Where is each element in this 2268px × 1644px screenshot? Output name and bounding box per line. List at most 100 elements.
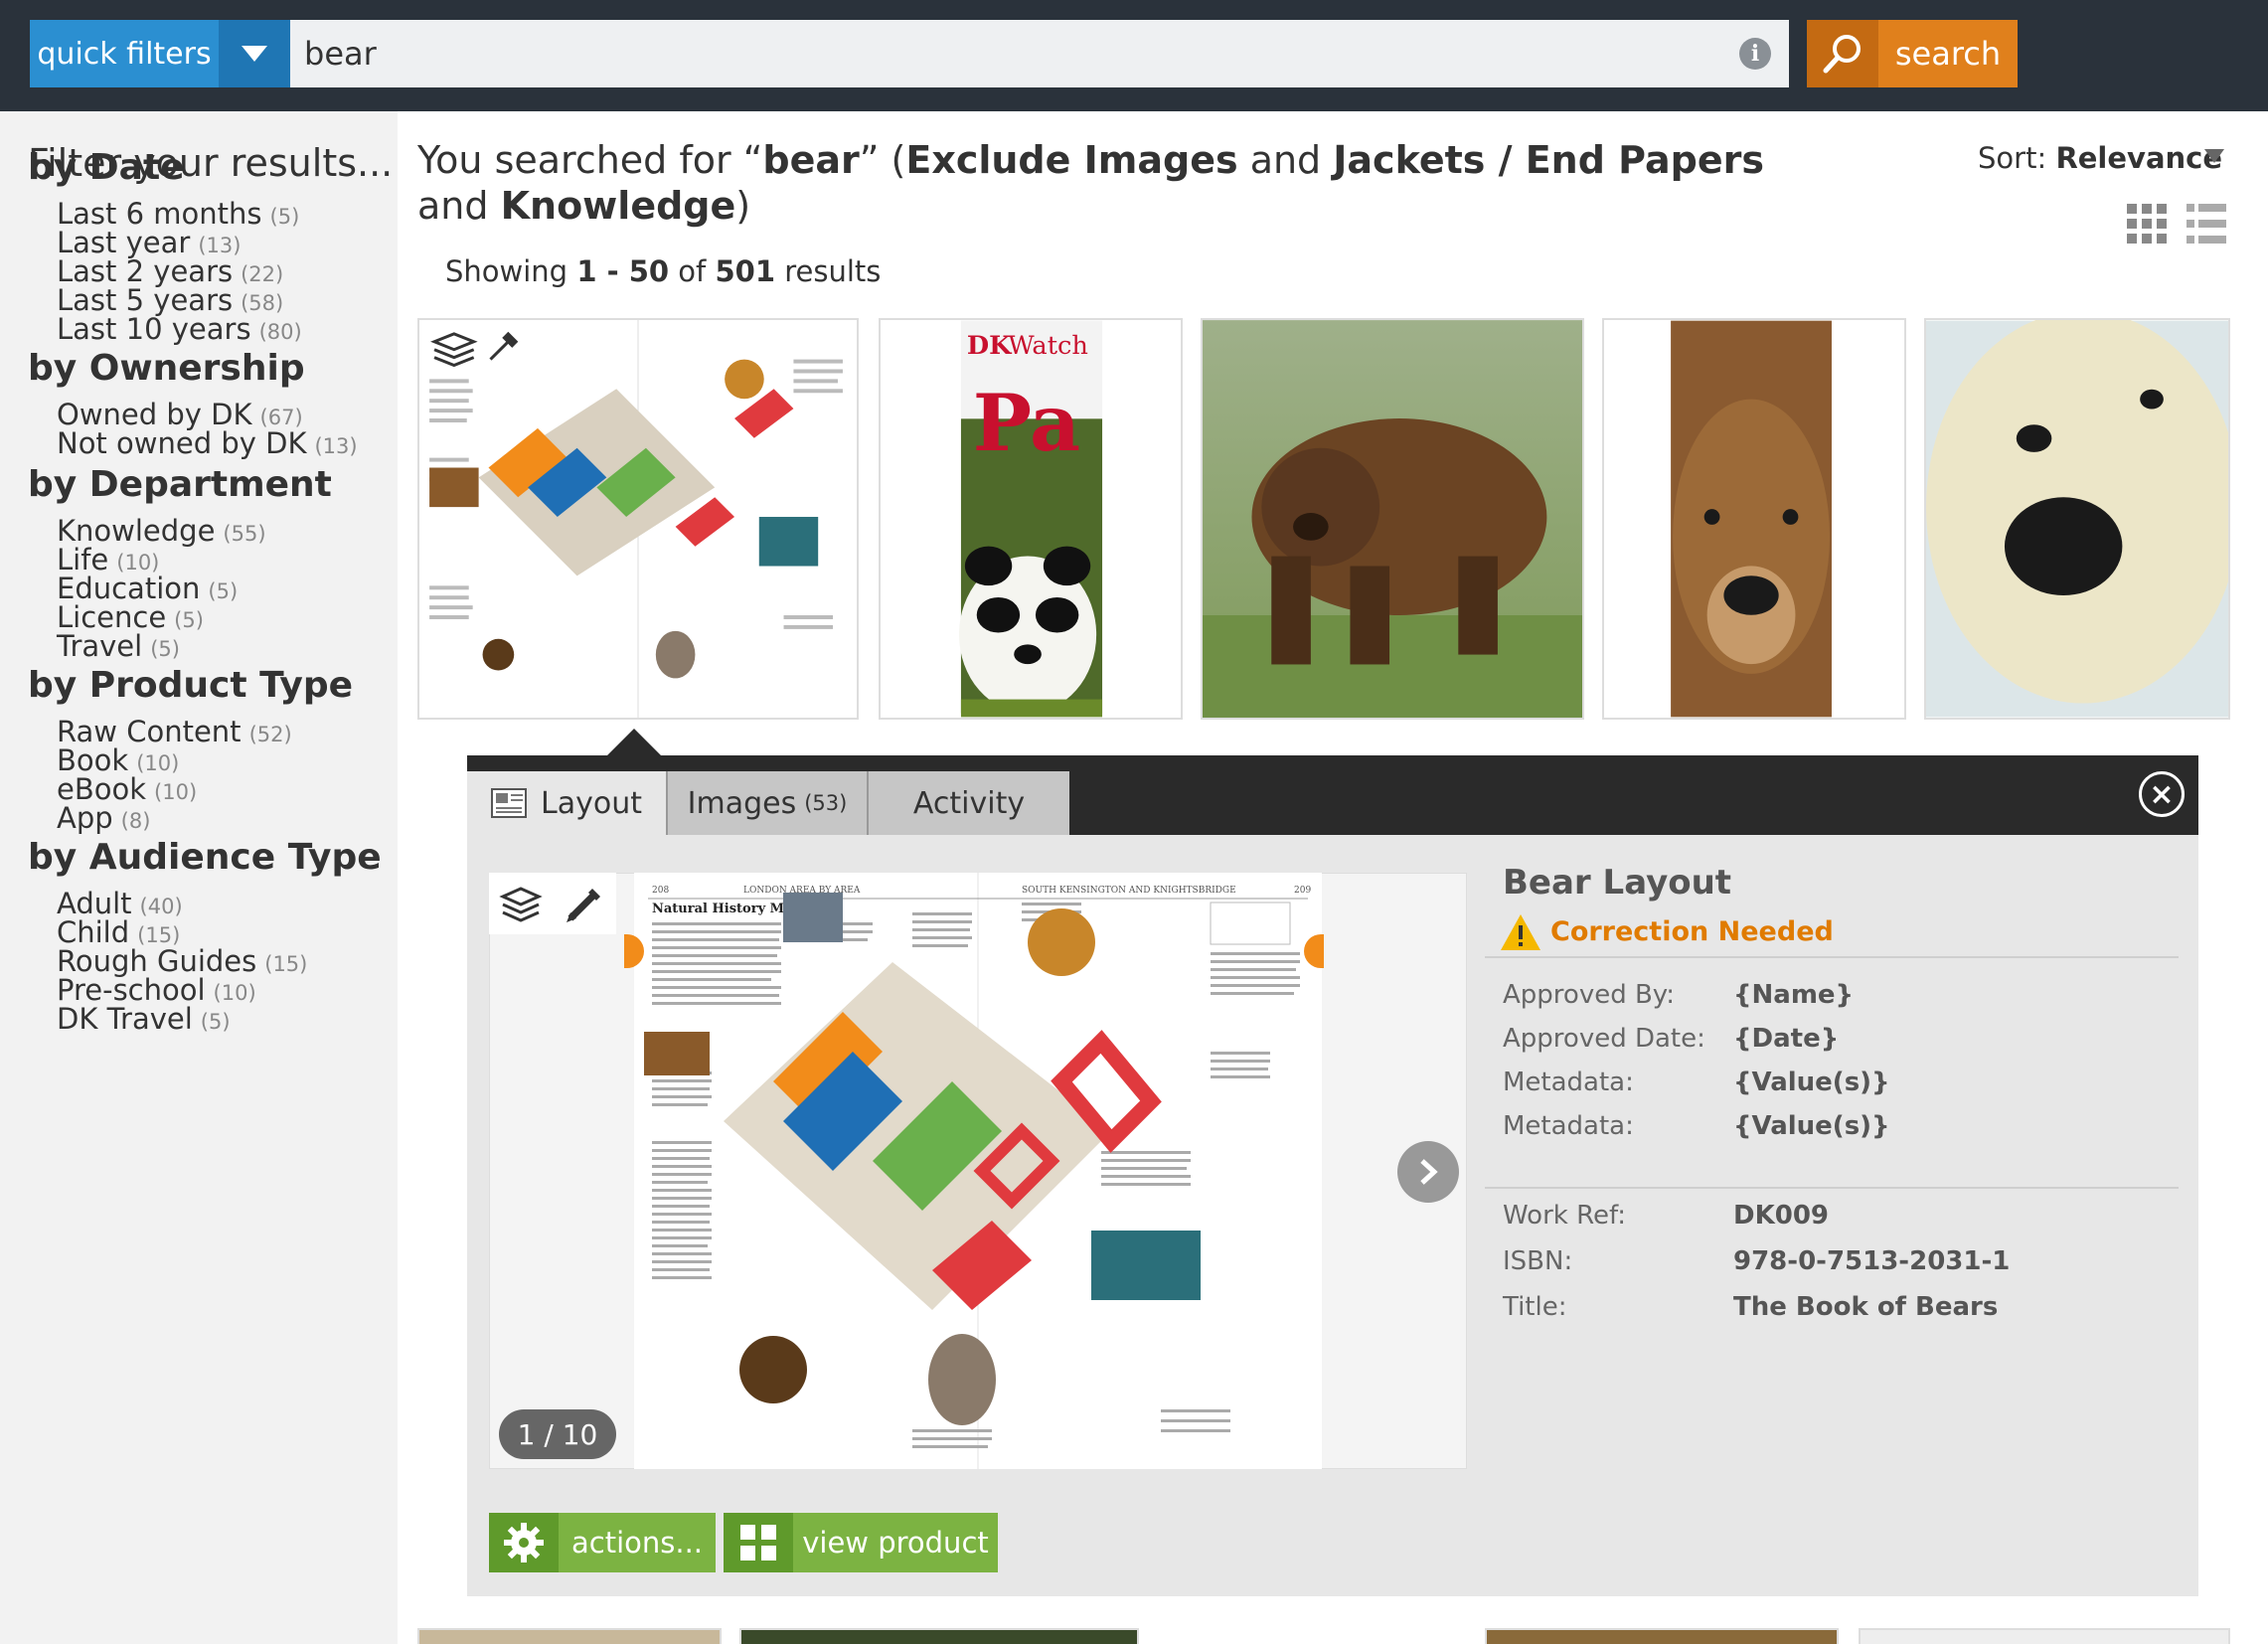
filter-option-label: Not owned by DK <box>57 426 307 460</box>
book-series-text: Watch <box>1008 331 1088 361</box>
filter-option[interactable]: Travel (5) <box>57 629 180 663</box>
filter-option-count: (52) <box>248 723 292 746</box>
meta-value: The Book of Bears <box>1733 1292 1999 1322</box>
meta-value: {Value(s)} <box>1733 1068 1890 1097</box>
warning-icon <box>1501 914 1540 950</box>
filter-option-count: (5) <box>150 637 180 661</box>
divider <box>1485 956 2179 958</box>
panda-book-image: DK Watch Pa <box>881 320 1181 718</box>
book-brand-text: DK <box>967 331 1013 361</box>
meta-label: ISBN: <box>1503 1246 1573 1276</box>
filter-option-label: App <box>57 801 113 835</box>
actions-label: actions... <box>570 1526 704 1560</box>
filter-group-heading: by Audience Type <box>28 837 382 878</box>
filter-option-count: (13) <box>314 434 358 458</box>
meta-value: 978-0-7513-2031-1 <box>1733 1246 2011 1276</box>
meta-value: {Name} <box>1733 980 1855 1010</box>
filter-option-count: (10) <box>154 780 198 804</box>
search-icon-button[interactable] <box>1807 20 1878 87</box>
sort-label: Sort: <box>1978 141 2047 175</box>
preview-toolbar <box>489 873 616 934</box>
result-thumbnail[interactable] <box>1859 1628 2230 1644</box>
search-heading: You searched for “bear” (Exclude Images … <box>417 138 1764 228</box>
layout-spread-image <box>419 320 857 718</box>
filter-chip[interactable]: Knowledge <box>501 184 736 228</box>
chevron-right-icon <box>1420 1159 1438 1185</box>
tab-activity[interactable]: Activity <box>867 771 1069 835</box>
meta-label: Metadata: <box>1503 1068 1634 1097</box>
quick-filters-button[interactable]: quick filters <box>30 20 219 87</box>
panel-pointer <box>606 729 662 756</box>
meta-value: {Date} <box>1733 1024 1840 1054</box>
chevron-down-icon <box>242 46 267 62</box>
filter-option[interactable]: DK Travel (5) <box>57 1002 231 1036</box>
divider <box>1485 1187 2179 1189</box>
thumb-layout-spread[interactable] <box>417 318 859 720</box>
search-box <box>290 20 1789 87</box>
filter-sidebar: Filter your results... by Date Last 6 mon… <box>0 111 398 1644</box>
info-icon[interactable]: i <box>1739 38 1771 70</box>
edit-icon[interactable] <box>563 883 606 926</box>
filter-chip[interactable]: Jackets / End Papers <box>1333 138 1764 182</box>
filter-group-heading: by Date <box>28 147 185 188</box>
filter-option-count: (15) <box>264 952 308 976</box>
filter-option-count: (5) <box>208 579 239 603</box>
tab-images[interactable]: Images (53) <box>666 771 867 835</box>
result-thumbnail[interactable] <box>739 1628 1139 1644</box>
quick-filters-dropdown[interactable] <box>219 20 290 87</box>
svg-text:209: 209 <box>1294 886 1311 896</box>
gear-icon <box>489 1513 559 1572</box>
meta-value: {Value(s)} <box>1733 1111 1890 1141</box>
next-page-button[interactable] <box>1397 1141 1459 1203</box>
search-icon <box>1823 35 1861 74</box>
filter-option[interactable]: Last 10 years (80) <box>57 312 302 346</box>
filter-chip[interactable]: Exclude Images <box>905 138 1237 182</box>
list-view-icon[interactable] <box>2187 204 2226 244</box>
thumb-brown-bear[interactable] <box>1201 318 1584 720</box>
svg-text:208: 208 <box>652 886 669 896</box>
thumb-polar-bear[interactable] <box>1924 318 2230 720</box>
filter-option-count: (8) <box>120 809 151 833</box>
book-title-text: Pa <box>973 377 1080 469</box>
search-button[interactable]: search <box>1878 20 2018 87</box>
close-icon[interactable]: × <box>2139 771 2185 817</box>
filter-option[interactable]: App (8) <box>57 801 150 835</box>
tab-layout[interactable]: Layout <box>467 771 666 835</box>
layout-spread-image: 208 LONDON AREA BY AREA SOUTH KENSINGTON… <box>634 873 1322 1469</box>
thumb-panda-book[interactable]: DK Watch Pa <box>879 318 1183 720</box>
filter-option-count: (5) <box>200 1010 231 1034</box>
filter-option-count: (80) <box>258 320 302 344</box>
filter-option[interactable]: Not owned by DK (13) <box>57 426 358 460</box>
filter-option-count: (55) <box>223 522 266 546</box>
grid-icon <box>724 1513 793 1572</box>
result-thumbnail[interactable] <box>417 1628 722 1644</box>
polar-bear-photo <box>1926 320 2228 718</box>
layout-spread[interactable]: 208 LONDON AREA BY AREA SOUTH KENSINGTON… <box>634 873 1322 1469</box>
meta-label: Approved Date: <box>1503 1024 1705 1054</box>
view-product-button[interactable]: view product <box>724 1513 998 1572</box>
filter-group-heading: by Ownership <box>28 348 305 389</box>
filter-option-count: (5) <box>269 205 300 229</box>
grid-view-icon[interactable] <box>2127 204 2167 244</box>
filter-group-heading: by Product Type <box>28 665 354 706</box>
result-thumbnail[interactable] <box>1485 1628 1839 1644</box>
filter-option-label: DK Travel <box>57 1002 193 1036</box>
meta-label: Title: <box>1503 1292 1567 1322</box>
meta-label: Work Ref: <box>1503 1201 1626 1231</box>
search-input[interactable] <box>304 20 1696 87</box>
status-text: Correction Needed <box>1550 916 1834 947</box>
layout-icon <box>491 788 527 818</box>
sort-chevron-icon[interactable] <box>2204 149 2224 163</box>
thumb-bear-face[interactable] <box>1602 318 1906 720</box>
layers-icon[interactable] <box>499 885 543 924</box>
svg-text:SOUTH KENSINGTON AND KNIGHTSBR: SOUTH KENSINGTON AND KNIGHTSBRIDGE <box>1022 886 1236 896</box>
meta-label: Metadata: <box>1503 1111 1634 1141</box>
brown-bear-photo <box>1203 320 1582 718</box>
sort-dropdown[interactable]: Sort: Relevance <box>1978 141 2222 175</box>
page-counter: 1 / 10 <box>499 1409 616 1459</box>
meta-value: DK009 <box>1733 1201 1830 1231</box>
filter-group-heading: by Department <box>28 464 332 505</box>
actions-button[interactable]: actions... <box>489 1513 716 1572</box>
item-title: Bear Layout <box>1503 863 1732 903</box>
view-product-label: view product <box>802 1526 989 1560</box>
